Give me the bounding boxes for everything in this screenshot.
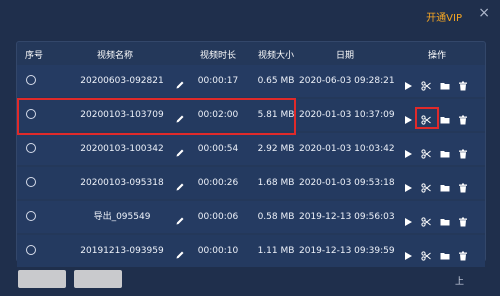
video-duration: 00:00:26 xyxy=(197,178,239,188)
row-radio[interactable] xyxy=(26,75,36,85)
video-size: 0.58 MB xyxy=(257,212,295,222)
scissors-icon[interactable] xyxy=(421,144,431,159)
pencil-icon[interactable] xyxy=(175,245,185,259)
col-duration: 视频时长 xyxy=(199,51,236,61)
scissors-icon[interactable] xyxy=(421,212,431,227)
trash-icon[interactable] xyxy=(458,110,468,125)
trash-icon[interactable] xyxy=(458,246,468,261)
pencil-icon[interactable] xyxy=(175,75,185,89)
trash-icon[interactable] xyxy=(458,178,468,193)
row-radio[interactable] xyxy=(26,109,36,119)
video-date: 2020-01-03 10:37:09 xyxy=(299,110,395,120)
col-size: 视频大小 xyxy=(257,51,294,61)
video-date: 2020-01-03 10:03:42 xyxy=(299,144,395,154)
video-duration: 00:00:10 xyxy=(197,246,239,256)
col-name: 视频名称 xyxy=(96,51,133,61)
scissors-icon[interactable] xyxy=(421,246,431,261)
video-date: 2020-06-03 09:28:21 xyxy=(299,76,395,86)
table-row[interactable]: 20200103-103709 00:02:00 5.81 MB 2020-01-03… xyxy=(17,99,485,131)
play-icon[interactable] xyxy=(403,110,413,124)
play-icon[interactable] xyxy=(403,246,413,260)
video-date: 2019-12-13 09:39:59 xyxy=(299,246,395,256)
video-duration: 00:00:54 xyxy=(197,144,239,154)
video-date: 2020-01-03 09:53:18 xyxy=(299,178,395,188)
play-icon[interactable] xyxy=(403,144,413,158)
pencil-icon[interactable] xyxy=(175,177,185,191)
row-radio[interactable] xyxy=(26,245,36,255)
trash-icon[interactable] xyxy=(458,76,468,91)
trash-icon[interactable] xyxy=(458,144,468,159)
folder-icon[interactable] xyxy=(440,212,450,226)
table-row[interactable]: 20200103-100342 00:00:54 2.92 MB 2020-01-03… xyxy=(17,133,485,165)
row-radio[interactable] xyxy=(26,211,36,221)
video-name: 20200103-100342 xyxy=(80,144,164,154)
col-actions: 操作 xyxy=(427,51,446,61)
video-name: 20191213-093959 xyxy=(80,246,164,256)
table-row[interactable]: 20200103-095318 00:00:26 1.68 MB 2020-01-03… xyxy=(17,167,485,199)
folder-icon[interactable] xyxy=(440,178,450,192)
video-size: 5.81 MB xyxy=(257,110,295,120)
folder-icon[interactable] xyxy=(440,76,450,90)
pencil-icon[interactable] xyxy=(175,109,185,123)
top-bar: 开通VIP × xyxy=(0,0,500,30)
table-header: 序号 视频名称 视频时长 视频大小 日期 操作 xyxy=(17,42,485,64)
video-name: 导出_095549 xyxy=(93,212,151,222)
row-radio[interactable] xyxy=(26,177,36,187)
pencil-icon[interactable] xyxy=(175,211,185,225)
video-list-panel: 序号 视频名称 视频时长 视频大小 日期 操作 20200603-092821 0… xyxy=(16,41,486,267)
video-name: 20200103-095318 xyxy=(80,178,164,188)
video-duration: 00:02:00 xyxy=(197,110,239,120)
table-row[interactable]: 20191213-093959 00:00:10 1.11 MB 2019-12-13… xyxy=(17,235,485,267)
folder-icon[interactable] xyxy=(440,246,450,260)
close-icon[interactable]: × xyxy=(478,5,490,21)
video-size: 2.92 MB xyxy=(257,144,295,154)
video-name: 20200103-103709 xyxy=(80,110,164,120)
folder-icon[interactable] xyxy=(440,144,450,158)
play-icon[interactable] xyxy=(403,76,413,90)
video-size: 0.65 MB xyxy=(257,76,295,86)
pencil-icon[interactable] xyxy=(175,143,185,157)
footer-button-second[interactable] xyxy=(74,270,122,288)
video-duration: 00:00:06 xyxy=(197,212,239,222)
play-icon[interactable] xyxy=(403,212,413,226)
scissors-icon[interactable] xyxy=(421,110,431,125)
footer-button-left[interactable] xyxy=(18,270,66,288)
row-radio[interactable] xyxy=(26,143,36,153)
video-duration: 00:00:17 xyxy=(197,76,239,86)
trash-icon[interactable] xyxy=(458,212,468,227)
video-name: 20200603-092821 xyxy=(80,76,164,86)
footer-label[interactable]: 上 xyxy=(455,274,464,287)
scissors-icon[interactable] xyxy=(421,178,431,193)
col-index: 序号 xyxy=(24,51,43,61)
scissors-icon[interactable] xyxy=(421,76,431,91)
video-size: 1.11 MB xyxy=(257,246,295,256)
table-row[interactable]: 20200603-092821 00:00:17 0.65 MB 2020-06-03… xyxy=(17,65,485,97)
vip-link[interactable]: 开通VIP xyxy=(426,9,462,24)
video-date: 2019-12-13 09:56:03 xyxy=(299,212,395,222)
folder-icon[interactable] xyxy=(440,110,450,124)
table-row[interactable]: 导出_095549 00:00:06 0.58 MB 2019-12-13 09:56… xyxy=(17,201,485,233)
col-date: 日期 xyxy=(335,51,354,61)
play-icon[interactable] xyxy=(403,178,413,192)
video-size: 1.68 MB xyxy=(257,178,295,188)
